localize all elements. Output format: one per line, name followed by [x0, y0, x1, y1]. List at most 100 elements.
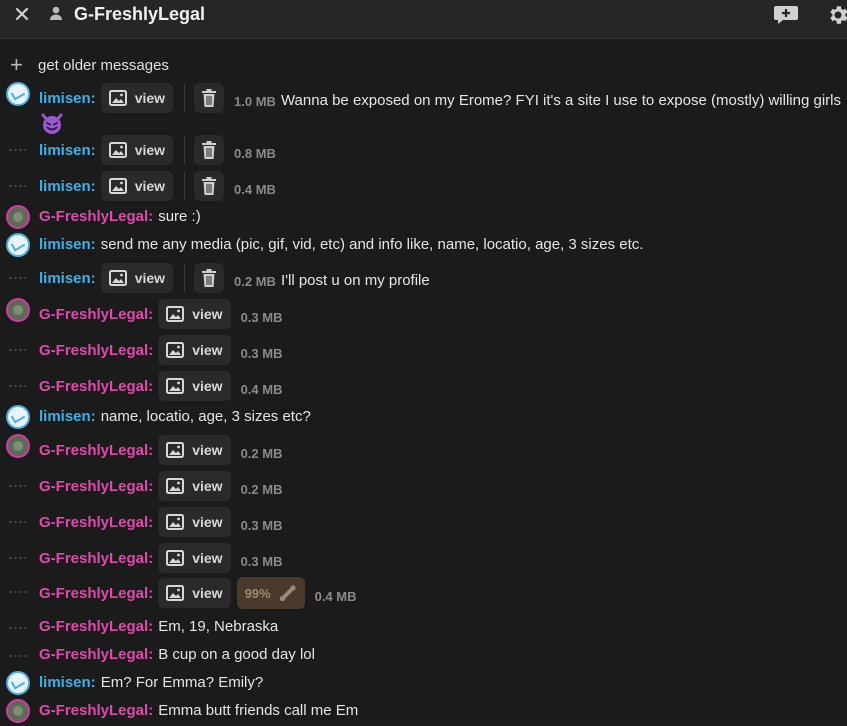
message-line: G-FreshlyLegal: view 0.3 MB — [39, 335, 282, 365]
avatar[interactable] — [6, 405, 30, 429]
sender-name[interactable]: G-FreshlyLegal: — [39, 306, 153, 323]
sender-name[interactable]: G-FreshlyLegal: — [39, 342, 153, 359]
delete-button[interactable] — [194, 171, 225, 201]
sender-name[interactable]: G-FreshlyLegal: — [39, 585, 153, 602]
file-size: 0.4 MB — [234, 181, 276, 197]
sender-name[interactable]: G-FreshlyLegal: — [39, 514, 153, 531]
trash-icon — [202, 89, 217, 107]
view-media-button[interactable]: view — [158, 507, 231, 537]
message-line: G-FreshlyLegal: view 0.3 MB — [39, 507, 282, 537]
view-media-button[interactable]: view — [100, 171, 174, 201]
drag-handle[interactable] — [8, 348, 26, 352]
chat-title: G-FreshlyLegal — [74, 4, 206, 24]
chat-message: limisen: Em? For Emma? Emily? — [0, 671, 847, 696]
sender-name[interactable]: G-FreshlyLegal: — [39, 702, 153, 719]
view-media-button[interactable]: view — [158, 335, 231, 365]
message-text: Emma butt friends call me Em — [158, 702, 359, 719]
avatar[interactable] — [6, 699, 30, 723]
get-older-messages[interactable]: + get older messages — [10, 52, 169, 77]
message-line: G-FreshlyLegal: view 0.2 MB — [39, 435, 282, 465]
sender-name[interactable]: limisen: — [39, 142, 96, 159]
sender-name[interactable]: limisen: — [39, 270, 96, 287]
divider — [184, 172, 186, 200]
delete-button[interactable] — [194, 135, 225, 165]
view-label: view — [192, 478, 223, 494]
delete-button[interactable] — [194, 263, 225, 293]
sender-name[interactable]: limisen: — [39, 90, 96, 107]
chat-add-icon[interactable] — [773, 4, 799, 26]
drag-handle[interactable] — [8, 556, 26, 560]
divider — [184, 136, 186, 164]
message-line: G-FreshlyLegal: view 0.3 MB — [39, 543, 282, 573]
view-label: view — [134, 270, 166, 286]
drag-handle[interactable] — [8, 276, 26, 280]
close-icon[interactable]: ✕ — [12, 4, 32, 26]
view-media-button[interactable]: view — [100, 263, 174, 293]
view-label: view — [192, 550, 223, 566]
view-label: view — [192, 442, 223, 458]
drag-handle[interactable] — [8, 148, 26, 152]
message-text: name, locatio, age, 3 sizes etc? — [100, 408, 311, 425]
view-media-button[interactable]: view — [158, 299, 231, 329]
view-media-button[interactable]: view — [100, 83, 174, 113]
view-media-button[interactable]: view — [158, 578, 231, 608]
sender-name[interactable]: limisen: — [39, 178, 96, 195]
sender-name[interactable]: limisen: — [39, 674, 96, 691]
drag-handle[interactable] — [8, 384, 26, 388]
chat-message: G-FreshlyLegal: view 0.3 MB — [0, 335, 847, 370]
avatar[interactable] — [6, 671, 30, 695]
file-size: 0.3 MB — [240, 309, 283, 325]
devil-emoji — [40, 112, 64, 136]
chat-message: limisen: view 0.8 MB — [0, 135, 847, 170]
chat-message: limisen: view 1.0 MB Wanna be exposed on my… — [0, 82, 847, 118]
divider — [184, 84, 186, 112]
image-icon — [166, 478, 185, 494]
drag-handle[interactable] — [8, 654, 26, 658]
view-label: view — [192, 378, 223, 394]
file-size: 0.2 MB — [240, 445, 283, 461]
drag-handle[interactable] — [8, 484, 26, 488]
sender-name[interactable]: G-FreshlyLegal: — [39, 550, 153, 567]
message-text: sure :) — [158, 208, 201, 225]
file-size: 0.8 MB — [234, 145, 276, 161]
drag-handle[interactable] — [8, 520, 26, 524]
sender-name[interactable]: G-FreshlyLegal: — [39, 208, 153, 225]
file-size: 0.2 MB — [234, 273, 276, 289]
sender-name[interactable]: G-FreshlyLegal: — [39, 478, 153, 495]
avatar[interactable] — [6, 434, 30, 458]
sender-name[interactable]: G-FreshlyLegal: — [39, 618, 153, 635]
download-progress[interactable]: 99% — [236, 577, 305, 609]
chat-message: G-FreshlyLegal: view 0.3 MB — [0, 507, 847, 542]
chat-message: G-FreshlyLegal: view 99% 0.4 MB — [0, 577, 847, 612]
gear-icon[interactable] — [826, 3, 847, 27]
avatar[interactable] — [6, 82, 30, 106]
trash-icon — [202, 177, 217, 195]
sender-name[interactable]: G-FreshlyLegal: — [39, 646, 153, 663]
user-icon — [50, 6, 62, 20]
drag-handle[interactable] — [8, 590, 26, 594]
view-media-button[interactable]: view — [158, 371, 231, 401]
view-media-button[interactable]: view — [158, 435, 231, 465]
avatar[interactable] — [6, 298, 30, 322]
message-line: limisen: view 0.8 MB — [39, 135, 276, 165]
drag-handle[interactable] — [8, 184, 26, 188]
view-label: view — [192, 306, 223, 322]
view-media-button[interactable]: view — [158, 543, 231, 573]
plus-icon: + — [10, 52, 23, 77]
sender-name[interactable]: G-FreshlyLegal: — [39, 442, 153, 459]
avatar[interactable] — [6, 205, 30, 229]
drag-handle[interactable] — [8, 626, 26, 630]
download-icon — [279, 585, 296, 602]
view-media-button[interactable]: view — [158, 471, 231, 501]
sender-name[interactable]: limisen: — [39, 236, 96, 253]
chat-message: G-FreshlyLegal: view 0.4 MB — [0, 371, 847, 406]
chat-message: G-FreshlyLegal: view 0.3 MB — [0, 543, 847, 578]
sender-name[interactable]: G-FreshlyLegal: — [39, 378, 153, 395]
file-size: 1.0 MB — [234, 93, 276, 109]
sender-name[interactable]: limisen: — [39, 408, 96, 425]
view-label: view — [134, 142, 166, 158]
view-media-button[interactable]: view — [100, 135, 174, 165]
avatar[interactable] — [6, 233, 30, 257]
image-icon — [166, 585, 185, 601]
delete-button[interactable] — [194, 83, 225, 113]
